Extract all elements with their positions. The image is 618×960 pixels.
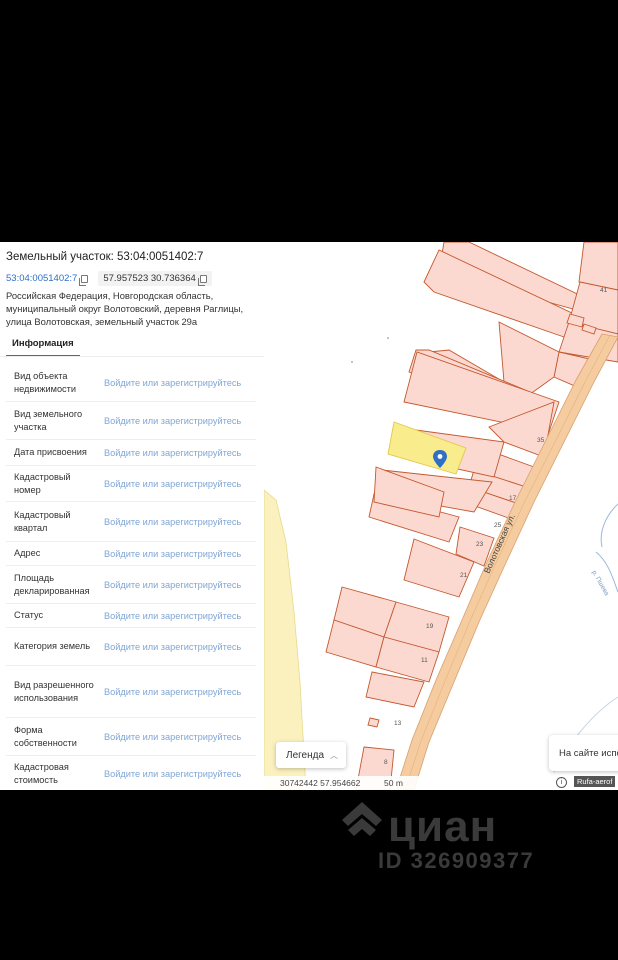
login-link[interactable]: Войдите или зарегистрируйтесь [96,687,256,697]
table-row: Вид земельного участка Войдите или зарег… [6,402,256,440]
login-link[interactable]: Войдите или зарегистрируйтесь [96,549,256,559]
parcel-number: 13 [394,720,402,727]
login-link[interactable]: Войдите или зарегистрируйтесь [96,517,256,527]
table-row: Статус Войдите или зарегистрируйтесь [6,604,256,628]
cian-logo-icon [342,802,382,836]
row-label: Кадастровая стоимость [14,761,69,785]
row-label: Дата присвоения [14,447,87,457]
watermark-listing-id: ID 326909377 [378,848,535,873]
legend-button[interactable]: Легенда ︿ [276,742,346,768]
map-canvas[interactable]: 41 35 21 17 25 23 19 11 13 8 Волотовская… [264,242,618,790]
site-info-popup[interactable]: На сайте испо [549,735,618,771]
land-parcel [367,717,380,728]
table-row: Дата присвоения Войдите или зарегистриру… [6,440,256,466]
parcel-number: 21 [460,572,468,579]
chevron-up-icon: ︿ [330,750,339,760]
table-row: Категория земель Войдите или зарегистрир… [6,628,256,666]
parcel-number: 35 [537,437,545,444]
login-link[interactable]: Войдите или зарегистрируйтесь [96,769,256,779]
map-dot [387,337,389,339]
row-label: Площадь декларированная [14,572,90,596]
copy-icon[interactable] [197,274,207,286]
row-label: Адрес [14,548,41,558]
tab-information[interactable]: Информация [6,338,80,357]
map-dot [351,361,353,363]
row-label: Вид объекта недвижимости [14,370,76,394]
watermark-brand: циан [388,802,498,851]
selected-parcel [387,421,467,475]
cadastral-map[interactable]: 41 35 21 17 25 23 19 11 13 8 Волотовская… [264,242,618,790]
table-row: Площадь декларированная Войдите или заре… [6,566,256,604]
info-icon[interactable]: i [556,777,567,788]
row-label: Форма собственности [14,724,77,748]
login-link[interactable]: Войдите или зарегистрируйтесь [96,448,256,458]
cursor-coordinates: 30742442 57.954662 [280,778,361,788]
cadastral-number-link[interactable]: 53:04:0051402:7 [6,273,77,284]
scale-label: 50 m [384,778,403,788]
row-label: Вид земельного участка [14,408,83,432]
river-label: р. Пшева [590,570,610,598]
table-row: Кадастровый номер Войдите или зарегистри… [6,466,256,502]
parcel-number: 41 [600,287,608,294]
site-info-text: На сайте испо [559,747,618,759]
login-link[interactable]: Войдите или зарегистрируйтесь [96,642,256,652]
app-screen: Земельный участок: 53:04:0051402:7 53:04… [0,242,618,790]
parcel-number: 8 [384,759,388,766]
login-link[interactable]: Войдите или зарегистрируйтесь [96,479,256,489]
copy-icon[interactable] [79,274,89,286]
table-row: Кадастровый квартал Войдите или зарегист… [6,502,256,542]
map-attribution[interactable]: Rufa-aerof [574,776,616,787]
page-title: Земельный участок: 53:04:0051402:7 [6,251,204,263]
login-link[interactable]: Войдите или зарегистрируйтесь [96,611,256,621]
parcel-address: Российская Федерация, Новгородская облас… [6,290,244,327]
parcel-number: 23 [476,541,484,548]
login-link[interactable]: Войдите или зарегистрируйтесь [96,416,256,426]
table-row: Вид разрешенного использования Войдите и… [6,666,256,718]
login-link[interactable]: Войдите или зарегистрируйтесь [96,580,256,590]
row-label: Вид разрешенного использования [14,679,94,703]
parcel-number: 11 [421,657,428,664]
parcel-number: 19 [426,623,434,630]
table-row: Кадастровая стоимость Войдите или зареги… [6,756,256,790]
table-row: Форма собственности Войдите или зарегист… [6,718,256,756]
table-row: Адрес Войдите или зарегистрируйтесь [6,542,256,566]
info-table: Вид объекта недвижимости Войдите или зар… [6,364,256,790]
row-label: Кадастровый номер [14,471,71,495]
parcel-id-row: 53:04:0051402:7 57.957523 30.736364 [6,271,212,286]
row-label: Кадастровый квартал [14,509,71,533]
parcel-info-panel: Земельный участок: 53:04:0051402:7 53:04… [0,242,265,790]
login-link[interactable]: Войдите или зарегистрируйтесь [96,378,256,388]
table-row: Вид объекта недвижимости Войдите или зар… [6,364,256,402]
coordinates-text: 57.957523 30.736364 [103,273,196,284]
map-status-bar: 30742442 57.954662 50 m i Rufa-aerof [264,776,618,790]
row-label: Статус [14,610,44,620]
tab-divider [0,356,264,357]
row-label: Категория земель [14,641,90,651]
login-link[interactable]: Войдите или зарегистрируйтесь [96,732,256,742]
coordinates-chip: 57.957523 30.736364 [98,271,212,286]
legend-label: Легенда [286,749,325,761]
parcel-number: 17 [509,495,517,502]
